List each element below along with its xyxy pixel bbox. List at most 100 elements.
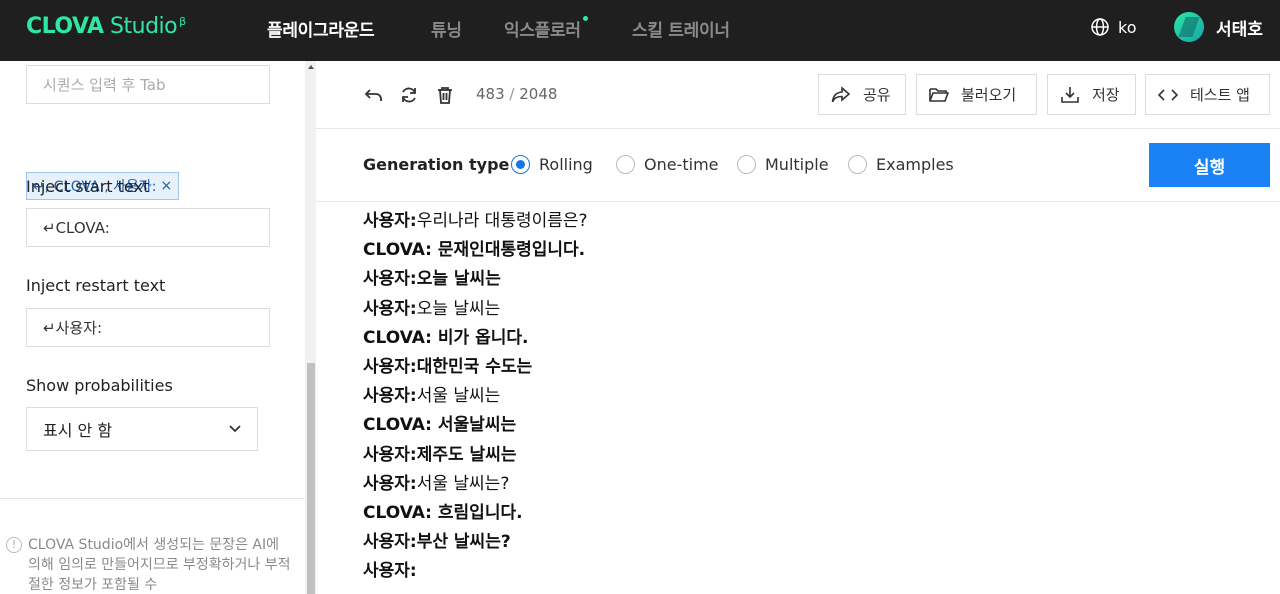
show-probabilities-label: Show probabilities: [26, 376, 173, 395]
trash-icon[interactable]: [435, 85, 455, 105]
speaker-label: CLOVA:: [363, 240, 432, 261]
sidebar-divider: [0, 498, 305, 499]
output-line: 사용자:대한민국 수도는: [363, 353, 1263, 382]
radio-circle: [737, 155, 756, 174]
speaker-label: CLOVA:: [363, 327, 432, 348]
save-button[interactable]: 저장: [1047, 74, 1136, 115]
prompt-output-editor[interactable]: 사용자:우리나라 대통령이름은? CLOVA: 문재인대통령입니다. 사용자:오늘 …: [363, 207, 1263, 586]
select-value: 표시 안 함: [43, 421, 113, 440]
output-line: CLOVA: 비가 옵니다.: [363, 324, 1263, 353]
speaker-label: 사용자:: [363, 211, 417, 231]
utterance-text: 흐림입니다.: [431, 502, 523, 523]
load-button[interactable]: 불러오기: [916, 74, 1037, 115]
output-line: 사용자:서울 날씨는: [363, 382, 1263, 411]
sidebar-scrollbar[interactable]: [305, 61, 316, 594]
new-indicator-dot: [582, 16, 588, 21]
output-line: CLOVA: 서울날씨는: [363, 411, 1263, 440]
parameter-sidebar: 시퀀스 입력 후 Tab ↵, CLOVA:, 사용자: × Inject st…: [0, 61, 305, 594]
radio-label: Multiple: [765, 155, 829, 174]
radio-label: Rolling: [539, 155, 593, 174]
code-icon: [1158, 88, 1178, 101]
speaker-label: 사용자:: [363, 473, 417, 494]
utterance-text: 문재인대통령입니다.: [431, 240, 586, 261]
speaker-label: CLOVA:: [363, 415, 432, 436]
speaker-label: 사용자:: [363, 532, 417, 553]
scrollbar-thumb[interactable]: [307, 363, 315, 594]
scroll-up-arrow[interactable]: [308, 65, 314, 69]
top-navbar: CLOVA Studio β 플레이그라운드 튜닝 익스플로러 스킬 트레이너 k…: [0, 0, 1280, 61]
token-count-separator: /: [504, 85, 520, 103]
chevron-down-icon: [229, 425, 241, 433]
output-line: CLOVA: 문재인대통령입니다.: [363, 236, 1263, 265]
utterance-text: 우리나라 대통령이름은?: [416, 211, 588, 231]
utterance-text: 오늘 날씨는: [416, 269, 501, 290]
radio-circle: [511, 155, 530, 174]
undo-icon[interactable]: [364, 85, 384, 105]
radio-rolling[interactable]: Rolling: [511, 155, 593, 174]
download-icon: [1061, 86, 1079, 103]
utterance-text: 서울 날씨는?: [416, 473, 510, 494]
speaker-label: 사용자:: [363, 444, 417, 465]
output-line: 사용자:부산 날씨는?: [363, 528, 1263, 557]
radio-examples[interactable]: Examples: [848, 155, 954, 174]
radio-circle: [848, 155, 867, 174]
test-app-button[interactable]: 테스트 앱: [1145, 74, 1270, 115]
chip-remove-icon[interactable]: ×: [160, 178, 172, 194]
generation-type-label: Generation type: [363, 155, 510, 174]
radio-label: One-time: [644, 155, 719, 174]
output-line: 사용자:오늘 날씨는: [363, 295, 1263, 324]
language-label: ko: [1118, 17, 1137, 37]
nav-playground[interactable]: 플레이그라운드: [267, 16, 375, 41]
notice-text: CLOVA Studio에서 생성되는 문장은 AI에 의해 임의로 만들어지므…: [28, 537, 291, 593]
utterance-text: 서울날씨는: [431, 415, 517, 436]
output-line: 사용자:우리나라 대통령이름은?: [363, 207, 1263, 236]
speaker-label: 사용자:: [363, 298, 417, 319]
nav-tuning[interactable]: 튜닝: [431, 16, 462, 41]
editor-toolbar: 483 / 2048 공유 불러오기 저장 테스트 앱: [316, 61, 1280, 129]
globe-icon: [1091, 18, 1109, 36]
refresh-icon[interactable]: [399, 85, 419, 105]
inject-start-label: Inject start text: [26, 177, 150, 196]
language-selector[interactable]: ko: [1090, 17, 1136, 37]
radio-circle: [616, 155, 635, 174]
ai-notice: ! CLOVA Studio에서 생성되는 문장은 AI에 의해 임의로 만들어…: [6, 535, 296, 594]
logo-text: CLOVA: [26, 14, 104, 39]
logo-studio-text: Studio: [103, 14, 178, 39]
output-line: 사용자:: [363, 557, 1263, 586]
test-app-label: 테스트 앱: [1190, 86, 1250, 104]
avatar: [1174, 12, 1204, 42]
run-button[interactable]: 실행: [1149, 143, 1270, 187]
share-button[interactable]: 공유: [818, 74, 906, 115]
token-count-current: 483: [476, 85, 505, 103]
output-line: 사용자:오늘 날씨는: [363, 265, 1263, 294]
generation-type-row: Generation type Rolling One-time Multipl…: [316, 129, 1280, 202]
inject-restart-label: Inject restart text: [26, 276, 166, 295]
speaker-label: CLOVA:: [363, 502, 432, 523]
clova-studio-logo[interactable]: CLOVA Studio β: [26, 14, 186, 39]
inject-restart-input[interactable]: ↵사용자:: [26, 308, 270, 347]
show-probabilities-select[interactable]: 표시 안 함: [26, 407, 258, 451]
token-count-max: 2048: [519, 85, 558, 103]
share-label: 공유: [863, 86, 891, 104]
user-menu[interactable]: 서태호: [1174, 12, 1263, 42]
speaker-label: 사용자:: [363, 269, 417, 290]
speaker-label: 사용자:: [363, 561, 417, 582]
output-line: 사용자:제주도 날씨는: [363, 441, 1263, 470]
speaker-label: 사용자:: [363, 356, 417, 377]
stop-sequence-input[interactable]: 시퀀스 입력 후 Tab: [26, 65, 270, 104]
save-label: 저장: [1092, 86, 1120, 104]
speaker-label: 사용자:: [363, 386, 417, 407]
utterance-text: 부산 날씨는?: [416, 532, 511, 553]
radio-multiple[interactable]: Multiple: [737, 155, 829, 174]
logo-beta-mark: β: [179, 14, 186, 28]
nav-skill-trainer[interactable]: 스킬 트레이너: [632, 16, 730, 41]
nav-explorer[interactable]: 익스플로러: [504, 16, 588, 41]
inject-start-input[interactable]: ↵CLOVA:: [26, 208, 270, 247]
playground-main: 483 / 2048 공유 불러오기 저장 테스트 앱 Generation t…: [316, 61, 1280, 594]
utterance-text: 오늘 날씨는: [416, 298, 501, 319]
token-count: 483 / 2048: [476, 85, 557, 103]
nav-explorer-label: 익스플로러: [504, 21, 581, 41]
radio-label: Examples: [876, 155, 954, 174]
radio-one-time[interactable]: One-time: [616, 155, 719, 174]
utterance-text: 대한민국 수도는: [416, 356, 533, 377]
